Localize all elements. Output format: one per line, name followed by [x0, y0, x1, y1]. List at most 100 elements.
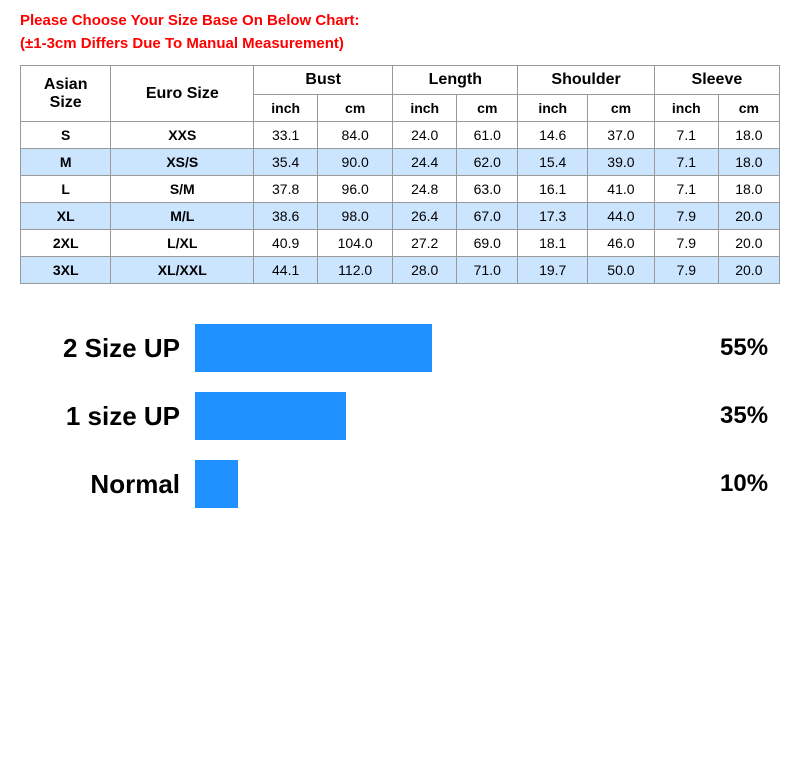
shoulder-cm-header: cm: [588, 95, 655, 122]
table-cell: 18.0: [718, 122, 779, 149]
table-cell: 15.4: [518, 149, 588, 176]
table-cell: 24.0: [393, 122, 457, 149]
header-line1: Please Choose Your Size Base On Below Ch…: [20, 10, 780, 33]
table-cell: L/XL: [111, 230, 254, 257]
table-cell: 37.8: [254, 176, 318, 203]
table-cell: 98.0: [318, 203, 393, 230]
sleeve-inch-header: inch: [654, 95, 718, 122]
table-cell: S/M: [111, 176, 254, 203]
table-cell: 38.6: [254, 203, 318, 230]
table-row: MXS/S35.490.024.462.015.439.07.118.0: [21, 149, 780, 176]
table-cell: 112.0: [318, 257, 393, 284]
bar-percent: 55%: [720, 334, 780, 362]
table-cell: XXS: [111, 122, 254, 149]
bar-section: 2 Size UP 55% 1 size UP 35% Normal 10%: [20, 314, 780, 538]
table-cell: 18.0: [718, 149, 779, 176]
bar-row: Normal 10%: [20, 460, 780, 508]
table-cell: 7.1: [654, 149, 718, 176]
bar-row: 2 Size UP 55%: [20, 324, 780, 372]
table-cell: 3XL: [21, 257, 111, 284]
bar-label: 1 size UP: [20, 401, 180, 432]
table-cell: 20.0: [718, 203, 779, 230]
bar-container: [195, 392, 705, 440]
table-cell: 17.3: [518, 203, 588, 230]
bar-fill: [195, 460, 238, 508]
table-cell: 24.4: [393, 149, 457, 176]
header: Please Choose Your Size Base On Below Ch…: [20, 10, 780, 55]
table-cell: 28.0: [393, 257, 457, 284]
table-cell: 20.0: [718, 257, 779, 284]
table-cell: 69.0: [457, 230, 518, 257]
table-cell: 7.9: [654, 230, 718, 257]
asian-size-header: AsianSize: [21, 66, 111, 122]
table-cell: 67.0: [457, 203, 518, 230]
length-cm-header: cm: [457, 95, 518, 122]
table-cell: 2XL: [21, 230, 111, 257]
bar-label: Normal: [20, 469, 180, 500]
table-cell: 7.9: [654, 257, 718, 284]
sleeve-header: Sleeve: [654, 66, 779, 95]
sleeve-cm-header: cm: [718, 95, 779, 122]
table-cell: 84.0: [318, 122, 393, 149]
table-cell: 18.0: [718, 176, 779, 203]
table-cell: 44.0: [588, 203, 655, 230]
table-cell: 19.7: [518, 257, 588, 284]
table-row: LS/M37.896.024.863.016.141.07.118.0: [21, 176, 780, 203]
table-body: SXXS33.184.024.061.014.637.07.118.0MXS/S…: [21, 122, 780, 284]
euro-size-header: Euro Size: [111, 66, 254, 122]
table-cell: 46.0: [588, 230, 655, 257]
table-cell: S: [21, 122, 111, 149]
table-cell: 7.9: [654, 203, 718, 230]
table-cell: 71.0: [457, 257, 518, 284]
table-cell: 27.2: [393, 230, 457, 257]
table-cell: XL/XXL: [111, 257, 254, 284]
column-group-row: AsianSize Euro Size Bust Length Shoulder…: [21, 66, 780, 95]
bar-container: [195, 324, 705, 372]
table-cell: 40.9: [254, 230, 318, 257]
table-cell: 90.0: [318, 149, 393, 176]
table-cell: M: [21, 149, 111, 176]
table-cell: 44.1: [254, 257, 318, 284]
header-line2: (±1-3cm Differs Due To Manual Measuremen…: [20, 33, 780, 56]
table-cell: M/L: [111, 203, 254, 230]
bar-fill: [195, 392, 346, 440]
table-cell: 26.4: [393, 203, 457, 230]
table-cell: XL: [21, 203, 111, 230]
table-cell: 61.0: [457, 122, 518, 149]
length-header: Length: [393, 66, 518, 95]
bar-fill: [195, 324, 432, 372]
table-cell: XS/S: [111, 149, 254, 176]
bar-percent: 35%: [720, 402, 780, 430]
bar-percent: 10%: [720, 470, 780, 498]
table-row: SXXS33.184.024.061.014.637.07.118.0: [21, 122, 780, 149]
table-cell: 62.0: [457, 149, 518, 176]
table-cell: 24.8: [393, 176, 457, 203]
table-cell: 33.1: [254, 122, 318, 149]
bar-row: 1 size UP 35%: [20, 392, 780, 440]
table-cell: 50.0: [588, 257, 655, 284]
shoulder-header: Shoulder: [518, 66, 654, 95]
shoulder-inch-header: inch: [518, 95, 588, 122]
table-cell: 7.1: [654, 176, 718, 203]
bust-cm-header: cm: [318, 95, 393, 122]
table-cell: 41.0: [588, 176, 655, 203]
table-cell: 20.0: [718, 230, 779, 257]
bust-inch-header: inch: [254, 95, 318, 122]
size-chart: AsianSize Euro Size Bust Length Shoulder…: [20, 65, 780, 284]
table-row: 2XLL/XL40.9104.027.269.018.146.07.920.0: [21, 230, 780, 257]
table-cell: 35.4: [254, 149, 318, 176]
table-cell: 96.0: [318, 176, 393, 203]
table-cell: 16.1: [518, 176, 588, 203]
table-cell: 14.6: [518, 122, 588, 149]
bar-container: [195, 460, 705, 508]
table-cell: 63.0: [457, 176, 518, 203]
table-cell: 39.0: [588, 149, 655, 176]
table-cell: 37.0: [588, 122, 655, 149]
length-inch-header: inch: [393, 95, 457, 122]
table-cell: 7.1: [654, 122, 718, 149]
table-cell: 104.0: [318, 230, 393, 257]
bar-label: 2 Size UP: [20, 333, 180, 364]
table-cell: L: [21, 176, 111, 203]
table-row: XLM/L38.698.026.467.017.344.07.920.0: [21, 203, 780, 230]
table-cell: 18.1: [518, 230, 588, 257]
